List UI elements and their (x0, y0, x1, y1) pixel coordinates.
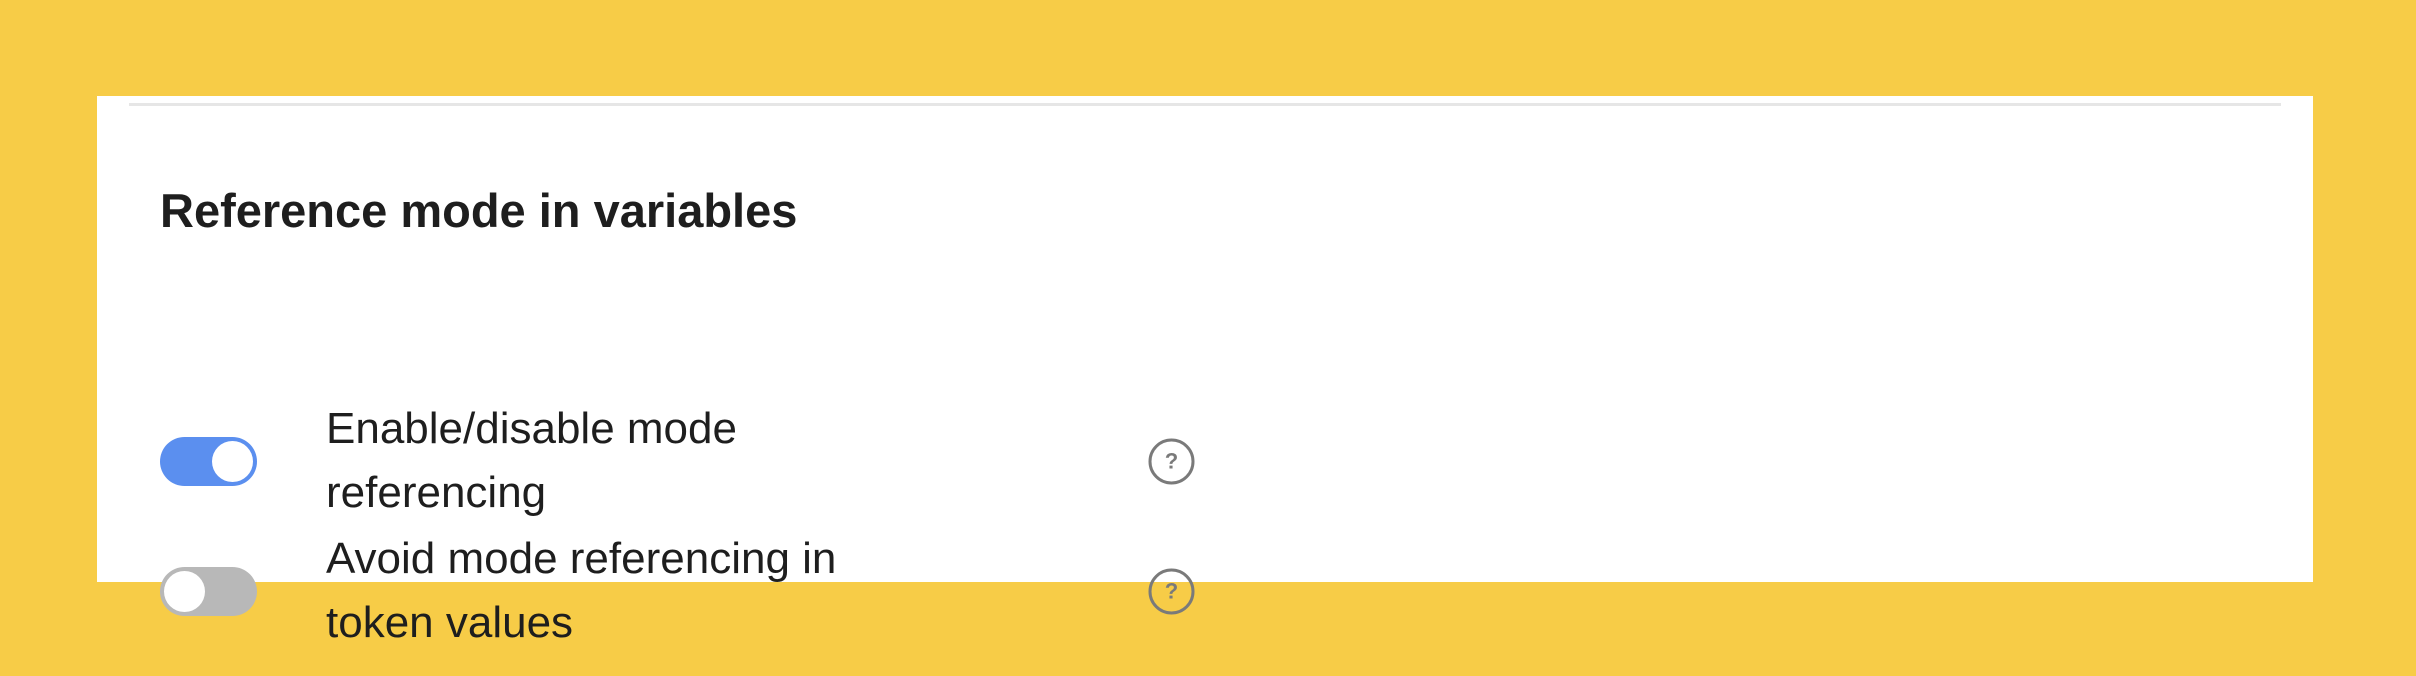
avoid-mode-referencing-toggle[interactable] (160, 567, 257, 616)
enable-mode-referencing-label: Enable/disable mode referencing (326, 404, 737, 517)
enable-mode-referencing-toggle[interactable] (160, 437, 257, 486)
section-title: Reference mode in variables (160, 184, 798, 237)
avoid-mode-referencing-label: Avoid mode referencing in token values (326, 534, 837, 647)
section-divider (129, 103, 2281, 106)
toggle-knob (212, 441, 253, 482)
setting-row-enable-mode-referencing: Enable/disable mode referencing ? (160, 397, 1220, 525)
svg-text:?: ? (1165, 449, 1178, 474)
settings-panel: Reference mode in variables Enable/disab… (97, 96, 2313, 647)
svg-text:?: ? (1165, 579, 1178, 604)
toggle-knob (164, 571, 205, 612)
question-circle-icon[interactable]: ? (1147, 567, 1196, 616)
setting-row-avoid-mode-referencing: Avoid mode referencing in token values ? (160, 527, 1220, 655)
question-circle-icon[interactable]: ? (1147, 437, 1196, 486)
